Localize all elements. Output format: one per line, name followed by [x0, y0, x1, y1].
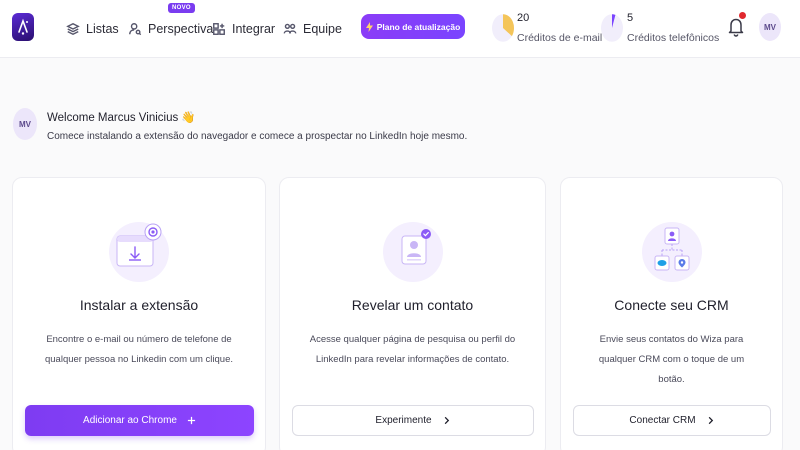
- card-description: Encontre o e-mail ou número de telefone …: [44, 334, 233, 365]
- notification-dot: [739, 12, 746, 19]
- nav-label-listas: Listas: [86, 22, 119, 36]
- email-credits[interactable]: 20 Créditos de e-mail: [491, 9, 603, 49]
- wiza-logo[interactable]: [12, 13, 34, 41]
- chevron-right-icon: [708, 416, 713, 425]
- phone-credits[interactable]: 5 Créditos telefônicos: [600, 9, 720, 49]
- card-reveal-contact: Revelar um contato Acesse qualquer págin…: [279, 177, 546, 450]
- add-to-chrome-button[interactable]: Adicionar ao Chrome: [25, 405, 254, 436]
- nav-item-integrar[interactable]: Integrar: [212, 0, 275, 58]
- card-description: Envie seus contatos do Wiza para qualque…: [598, 334, 745, 385]
- welcome-title: Welcome Marcus Vinicius 👋: [47, 112, 196, 124]
- nav-label-equipe: Equipe: [303, 22, 342, 36]
- card-title: Instalar a extensão: [79, 297, 199, 313]
- phone-credits-count: 5: [627, 12, 634, 24]
- try-it-label: Experimente: [375, 415, 432, 426]
- phone-credits-label: Créditos telefônicos: [627, 32, 720, 44]
- email-credits-ring-icon: [492, 14, 514, 42]
- user-avatar[interactable]: MV: [759, 13, 781, 41]
- connect-crm-button[interactable]: Conectar CRM: [573, 405, 771, 436]
- chevron-right-icon: [444, 416, 449, 425]
- logo-mark-icon: [18, 18, 28, 35]
- layers-icon: [66, 22, 80, 36]
- nav-item-equipe[interactable]: Equipe: [283, 0, 342, 58]
- contact-profile-icon: [382, 222, 443, 282]
- card-title: Revelar um contato: [351, 297, 474, 313]
- add-to-chrome-label: Adicionar ao Chrome: [83, 415, 177, 426]
- phone-credits-ring-icon: [601, 14, 623, 42]
- try-it-button[interactable]: Experimente: [292, 405, 534, 436]
- new-badge: NOVO: [168, 3, 195, 13]
- nav-label-integrar: Integrar: [232, 22, 276, 36]
- welcome-avatar: MV: [13, 108, 37, 140]
- crm-connect-icon: [641, 222, 702, 282]
- card-title: Conecte seu CRM: [614, 297, 729, 313]
- integrations-icon: [213, 23, 225, 35]
- team-icon: [283, 23, 297, 34]
- upgrade-plan-button[interactable]: Plano de atualização: [361, 14, 465, 39]
- bolt-icon: [365, 21, 373, 32]
- connect-crm-label: Conectar CRM: [629, 415, 696, 426]
- card-connect-crm: Conecte seu CRM Envie seus contatos do W…: [560, 177, 783, 450]
- email-credits-label: Créditos de e-mail: [517, 32, 603, 44]
- user-search-icon: [129, 23, 142, 36]
- plus-icon: [187, 416, 196, 425]
- nav-label-perspectiva: Perspectiva: [148, 22, 214, 36]
- top-bar: Listas Perspectiva NOVO Integrar Equipe …: [0, 0, 800, 58]
- nav-item-listas[interactable]: Listas: [66, 0, 119, 58]
- upgrade-plan-label: Plano de atualização: [376, 21, 461, 32]
- bell-icon[interactable]: [727, 16, 745, 38]
- browser-download-icon: [109, 222, 169, 282]
- card-description: Acesse qualquer página de pesquisa ou pe…: [309, 334, 516, 365]
- card-install-extension: Instalar a extensão Encontre o e-mail ou…: [12, 177, 266, 450]
- welcome-subtitle: Comece instalando a extensão do navegado…: [47, 131, 468, 142]
- email-credits-count: 20: [517, 12, 530, 24]
